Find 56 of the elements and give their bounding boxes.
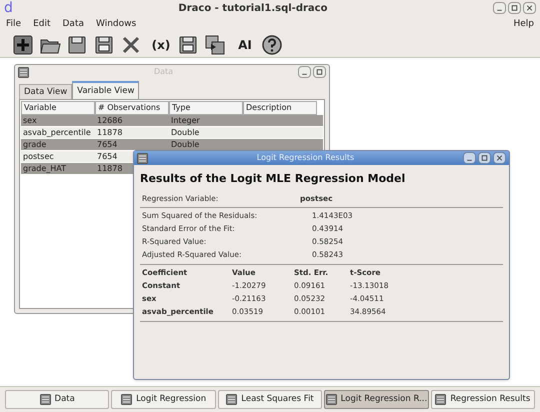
table-cell-text: grade_HAT (22, 163, 68, 175)
table-cell-text: Double (170, 139, 200, 151)
close-button[interactable] (493, 152, 506, 164)
save-as-icon[interactable] (177, 34, 199, 56)
window-icon (435, 394, 446, 405)
tab[interactable]: Data View (19, 84, 72, 99)
menu-item[interactable]: Data (62, 18, 84, 32)
taskbar-button[interactable]: Logit Regression R... (324, 390, 429, 409)
column-header[interactable]: Type (169, 101, 243, 115)
window-title: Logit Regression Results (256, 152, 356, 164)
window-icon (137, 152, 148, 164)
table-cell-text: 7654 (96, 151, 118, 163)
column-header[interactable]: Variable (21, 101, 95, 115)
taskbar-button[interactable]: Data (5, 390, 110, 409)
menu-item[interactable]: Help (513, 18, 534, 32)
table-row[interactable]: grade 7654 Double (21, 139, 323, 151)
window-icon (18, 66, 29, 78)
window-icon (226, 394, 238, 405)
window-icon (40, 394, 51, 405)
table-row[interactable]: asvab_percentile 11878 Double (21, 127, 323, 139)
taskbar-button[interactable]: Least Squares Fit (218, 390, 322, 409)
menu-item[interactable]: Windows (96, 18, 136, 32)
table-cell-text: 11878 (96, 163, 124, 175)
column-header[interactable]: Description (243, 101, 317, 115)
column-header[interactable]: # Observations (95, 101, 169, 115)
taskbar-button[interactable]: Logit Regression (111, 390, 216, 409)
table-cell-text: Double (170, 127, 200, 139)
table-cell-text: sex (22, 115, 38, 127)
table-cell-text: 11878 (96, 127, 124, 139)
add-icon[interactable] (12, 34, 34, 56)
save-as-icon[interactable] (93, 34, 115, 56)
table-row[interactable]: sex 12686 Integer (21, 115, 323, 127)
table-cell-text: 7654 (96, 139, 118, 151)
help-icon[interactable] (261, 34, 283, 56)
app-logo: d (4, 1, 13, 15)
menu-item[interactable]: File (6, 18, 22, 32)
taskbar-button[interactable]: Regression Results (430, 390, 536, 409)
results-heading: Results of the Logit MLE Regression Model (140, 171, 406, 187)
close-button[interactable] (523, 2, 536, 14)
maximize-button[interactable] (478, 152, 491, 164)
table-cell-text: 12686 (96, 115, 124, 127)
window-icon (121, 394, 132, 405)
table-cell-text: asvab_percentile (22, 127, 92, 139)
tab[interactable]: Variable View (72, 81, 140, 99)
save-icon[interactable] (66, 34, 88, 56)
window-title: Draco - tutorial1.sql-draco (177, 2, 328, 16)
window-icon (326, 394, 337, 405)
maximize-button[interactable] (313, 66, 326, 78)
copy-icon[interactable] (204, 34, 226, 56)
menu-item[interactable]: Edit (33, 18, 50, 32)
toolbar-button[interactable]: (x) (150, 36, 172, 54)
table-cell-text: postsec (22, 151, 55, 163)
table-cell-text: grade (22, 139, 48, 151)
table-cell-text: Integer (170, 115, 201, 127)
maximize-button[interactable] (508, 2, 521, 14)
toolbar-button[interactable]: AI (234, 36, 256, 54)
